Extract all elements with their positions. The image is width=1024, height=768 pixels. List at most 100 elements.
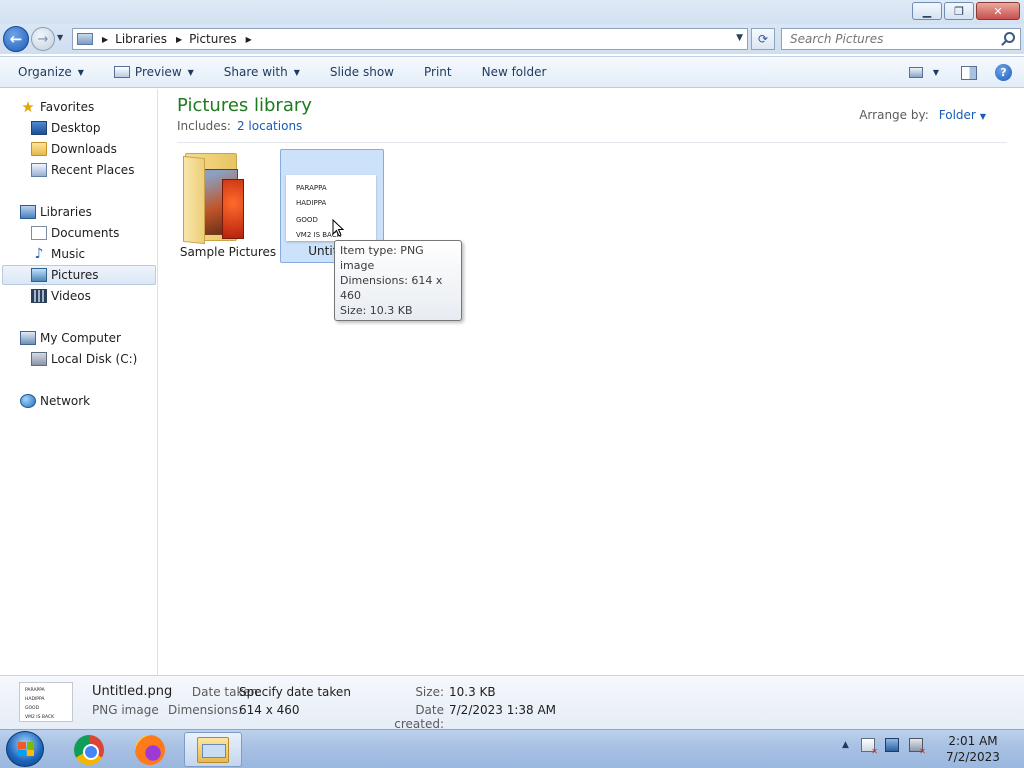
chevron-down-icon[interactable]: ▼ [980,112,986,121]
date-created-value: 7/2/2023 1:38 AM [449,703,557,717]
nav-pictures-label: Pictures [51,268,99,282]
nav-my-computer[interactable]: My Computer [20,328,176,348]
details-file-name: Untitled.png [92,684,173,699]
includes-label: Includes: [177,119,231,133]
nav-network[interactable]: Network [20,391,176,411]
share-with-label: Share with [223,65,288,79]
volume-icon[interactable] [908,738,926,756]
new-folder-button[interactable]: New folder [482,65,547,79]
clock[interactable]: 2:01 AM 7/2/2023 [940,733,1006,765]
clock-date: 7/2/2023 [946,750,1000,764]
nav-my-computer-label: My Computer [40,331,121,345]
file-list-pane[interactable]: Pictures library Includes: 2 locations Ar… [159,89,1024,675]
window-controls: ▁ ❐ ✕ [910,2,1020,20]
slide-show-button[interactable]: Slide show [330,65,394,79]
computer-icon [20,331,36,345]
details-pane: PARAPPA HADIPPA GOOD VM2 IS BACK Untitle… [0,675,1024,731]
library-locations-link[interactable]: 2 locations [237,119,302,133]
breadcrumb-libraries[interactable]: Libraries [115,32,167,46]
thumb-line: HADIPPA [296,199,327,207]
change-view-icon[interactable] [908,67,923,78]
chevron-down-icon: ▼ [77,67,84,77]
start-button[interactable] [6,731,44,767]
taskbar-chrome[interactable] [60,732,118,767]
clock-time: 2:01 AM [948,734,998,748]
size-value: 10.3 KB [449,685,496,699]
taskbar-firefox[interactable] [121,732,179,767]
file-tooltip: Item type: PNG image Dimensions: 614 x 4… [334,240,462,321]
mouse-cursor-icon [332,219,344,237]
thumb-line: VM2 IS BACK [25,715,55,720]
action-center-icon[interactable] [860,738,878,756]
desktop-icon [31,121,47,135]
tooltip-type: Item type: PNG image [340,244,424,272]
nav-music-label: Music [51,247,86,261]
thumb-line: PARAPPA [25,688,45,693]
forward-button[interactable]: → [31,27,55,51]
thumb-line: HADIPPA [25,697,45,702]
refresh-button[interactable]: ⟳ [751,28,775,50]
search-icon[interactable] [1004,32,1015,43]
address-bar[interactable]: ▶ Libraries ▶ Pictures ▶ ▼ [72,28,748,50]
libraries-icon [77,33,93,45]
nav-network-label: Network [40,394,91,408]
taskbar-explorer[interactable] [184,732,242,767]
print-button[interactable]: Print [424,65,452,79]
back-button[interactable]: ← [3,26,29,52]
libraries-icon [20,205,36,219]
pictures-icon [31,268,47,282]
view-options-button[interactable]: ▼ [933,68,939,77]
music-icon: ♪ [34,246,44,262]
restore-button[interactable]: ❐ [944,2,974,20]
system-tray: ▲ [842,738,933,756]
nav-pictures[interactable]: Pictures [2,265,156,285]
breadcrumb-separator[interactable]: ▶ [176,35,182,44]
tooltip-size: Size: 10.3 KB [340,304,413,317]
nav-documents-label: Documents [51,226,120,240]
chevron-down-icon: ▼ [187,67,194,77]
close-button[interactable]: ✕ [976,2,1020,20]
breadcrumb-separator[interactable]: ▶ [102,35,108,44]
details-thumbnail: PARAPPA HADIPPA GOOD VM2 IS BACK [19,682,73,722]
organize-label: Organize [18,65,72,79]
show-hidden-icons-button[interactable]: ▲ [842,740,849,750]
recent-pages-button[interactable]: ▼ [57,33,63,42]
date-taken-field[interactable]: Specify date taken [239,685,351,699]
organize-button[interactable]: Organize ▼ [18,65,84,79]
search-box[interactable] [781,28,1021,50]
nav-recent-places-label: Recent Places [51,163,135,177]
library-includes: Includes: 2 locations [177,119,302,133]
minimize-button[interactable]: ▁ [912,2,942,20]
help-icon[interactable]: ? [995,64,1012,81]
breadcrumb-pictures[interactable]: Pictures [189,32,237,46]
share-with-button[interactable]: Share with ▼ [224,65,300,79]
folder-sample-pictures[interactable]: Sample Pictures [176,149,280,263]
arrange-by-dropdown[interactable]: Folder [939,108,976,122]
nav-favorites[interactable]: ★ Favorites [20,97,176,117]
search-input[interactable] [790,32,995,46]
recent-places-icon [31,163,47,177]
breadcrumb-separator[interactable]: ▶ [246,35,252,44]
dimensions-label: Dimensions: [168,703,243,717]
page-title: Pictures library [177,95,312,116]
network-status-icon[interactable] [884,738,899,752]
preview-pane-icon[interactable] [961,65,977,80]
firefox-icon [135,734,165,765]
chevron-down-icon: ▼ [293,67,300,77]
tooltip-dimensions: Dimensions: 614 x 460 [340,274,443,302]
downloads-folder-icon [31,142,47,156]
date-created-label: Date created: [394,703,444,731]
preview-icon [113,66,130,78]
nav-libraries[interactable]: Libraries [20,202,176,222]
preview-button[interactable]: Preview ▼ [113,65,194,79]
file-item-label: Sample Pictures [179,245,277,259]
nav-favorites-label: Favorites [40,100,95,114]
chrome-icon [74,734,104,765]
command-bar: Organize ▼ Preview ▼ Share with ▼ Slide … [0,56,1024,88]
star-icon: ★ [21,98,35,116]
photo-thumbnail [222,179,244,239]
address-dropdown-button[interactable]: ▼ [736,33,743,43]
thumb-line: GOOD [25,706,40,711]
dimensions-value: 614 x 460 [239,703,300,717]
network-icon [20,394,36,408]
